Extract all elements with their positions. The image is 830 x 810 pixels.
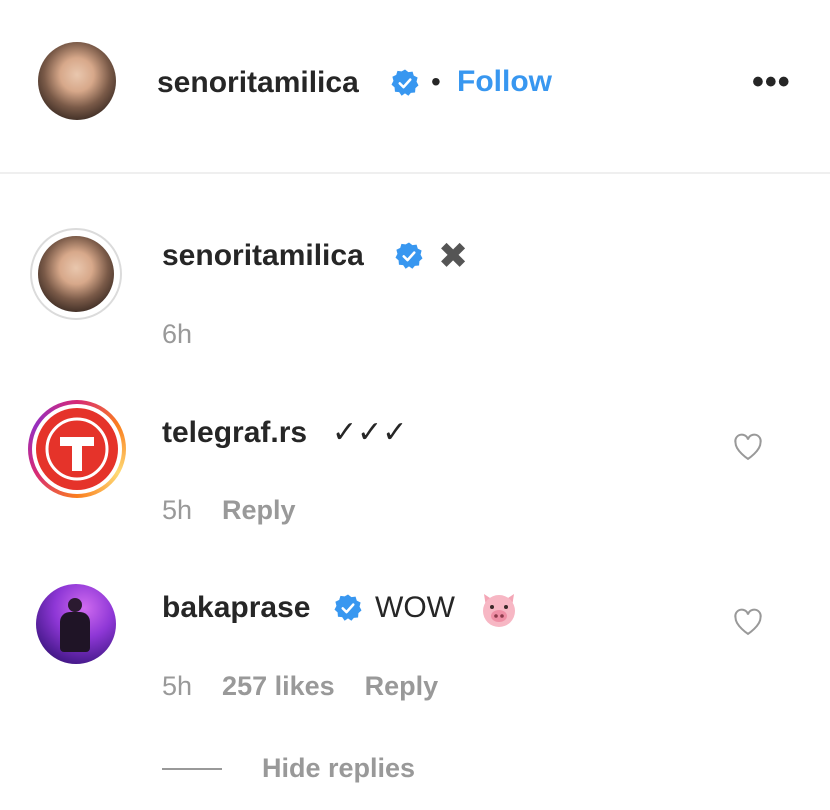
- likes-count[interactable]: 257 likes: [222, 671, 335, 701]
- post-header: senoritamilica • Follow •••: [0, 0, 830, 174]
- caption-username[interactable]: senoritamilica: [162, 238, 364, 274]
- verified-badge-icon: [391, 69, 419, 96]
- hide-replies-button[interactable]: Hide replies: [262, 752, 415, 784]
- telegraf-logo-icon: [45, 417, 109, 481]
- telegraf-avatar: [36, 408, 118, 490]
- verified-badge-icon: [334, 594, 362, 621]
- comment-time: 5h: [162, 671, 193, 701]
- story-ring-gap: [32, 404, 122, 494]
- reply-button[interactable]: Reply: [222, 495, 296, 525]
- figure-head: [68, 598, 82, 612]
- comment-text: WOW: [375, 591, 455, 624]
- author-username[interactable]: senoritamilica: [157, 65, 359, 101]
- comment-username[interactable]: bakaprase: [162, 590, 310, 626]
- comment-meta: 5h Reply: [162, 494, 326, 526]
- caption-text: ✖: [438, 235, 469, 276]
- more-options-button[interactable]: •••: [752, 62, 791, 102]
- caption-avatar[interactable]: [30, 228, 122, 320]
- caption-avatar-image: [38, 236, 114, 312]
- caption-meta: 6h: [162, 318, 222, 350]
- hide-replies-line: [162, 768, 222, 770]
- like-heart-icon[interactable]: [733, 433, 763, 461]
- like-heart-icon[interactable]: [733, 608, 763, 636]
- reply-button[interactable]: Reply: [365, 671, 439, 701]
- comment-text: ✓✓✓: [332, 416, 408, 449]
- separator-dot: •: [431, 66, 441, 97]
- caption-time: 6h: [162, 319, 193, 349]
- comment-username[interactable]: telegraf.rs: [162, 415, 307, 451]
- bakaprase-avatar-image: [36, 584, 116, 664]
- figure-body: [60, 612, 90, 652]
- comment-time: 5h: [162, 495, 193, 525]
- story-ring[interactable]: [28, 400, 126, 498]
- author-avatar[interactable]: [38, 42, 116, 120]
- verified-badge-icon: [395, 242, 423, 269]
- bakaprase-avatar[interactable]: [36, 584, 116, 664]
- author-avatar-image: [38, 42, 116, 120]
- follow-button[interactable]: Follow: [457, 65, 552, 99]
- comment-meta: 5h 257 likes Reply: [162, 670, 468, 702]
- pig-emoji-icon: [483, 594, 515, 627]
